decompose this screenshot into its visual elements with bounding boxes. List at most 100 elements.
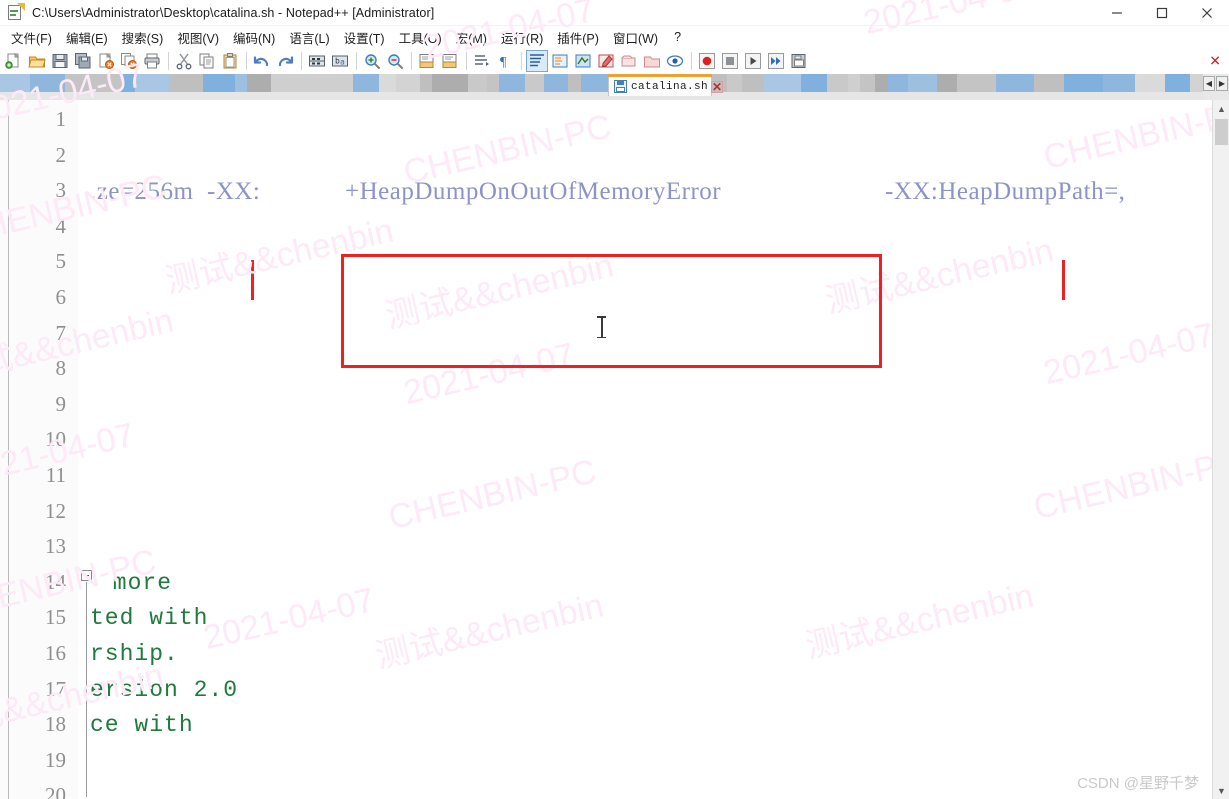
user-defined-language-icon[interactable] [572,50,594,72]
tab-scroll-left-button[interactable]: ◀ [1203,76,1215,91]
save-macro-icon[interactable] [788,50,810,72]
show-all-characters-icon[interactable] [549,50,571,72]
toolbar-separator [521,52,522,70]
playback-macro-icon[interactable] [742,50,764,72]
code-line[interactable]: +HeapDumpOnOutOfMemoryError [345,174,721,210]
menu-plugins[interactable]: 插件(P) [550,26,606,49]
open-file-icon[interactable] [26,50,48,72]
code-line[interactable]: more [98,566,172,602]
code-text-area[interactable]: .ze=256m -XX: +HeapDumpOnOutOfMemoryError… [90,100,1200,799]
redacted-tabs-mosaic [0,74,1203,92]
tab-label: catalina.sh [631,80,709,93]
title-bar: C:\Users\Administrator\Desktop\catalina.… [0,0,1229,26]
text-ibeam-cursor [596,315,607,339]
monitoring-icon[interactable] [664,50,686,72]
line-number: 3 [55,178,67,203]
zoom-in-icon[interactable] [361,50,383,72]
undo-icon[interactable] [251,50,273,72]
redo-icon[interactable] [274,50,296,72]
tool-bar: b a ¶ ✕ [0,48,1229,74]
scrollbar-thumb[interactable] [1215,119,1228,145]
menu-help[interactable]: ? [665,28,690,46]
tab-scroll-right-button[interactable]: ▶ [1216,76,1228,91]
copy-icon[interactable] [196,50,218,72]
line-number: 13 [45,534,66,559]
close-button[interactable] [1184,0,1229,26]
code-line[interactable]: -XX:HeapDumpPath=, [885,174,1125,210]
menu-search[interactable]: 搜索(S) [115,26,171,49]
zoom-out-icon[interactable] [384,50,406,72]
close-all-files-icon[interactable] [118,50,140,72]
toolbar-separator [356,52,357,70]
close-document-button[interactable]: ✕ [1209,53,1221,70]
find-icon[interactable] [306,50,328,72]
document-map-icon[interactable] [595,50,617,72]
line-number: 18 [45,712,66,737]
folder-as-workspace-icon[interactable] [641,50,663,72]
line-number: 5 [55,249,67,274]
replace-icon[interactable]: ba [329,50,351,72]
menu-tools[interactable]: 工具(O) [392,26,449,49]
line-number-gutter: 1 2 3 4 5 6 7 8 9 10 11 12 13 14 15 16 17 18 19 20 [0,100,78,799]
scroll-up-arrow-icon[interactable]: ▲ [1213,100,1229,117]
saved-document-icon [614,80,627,93]
editor-area[interactable]: 1 2 3 4 5 6 7 8 9 10 11 12 13 14 15 16 17 18 19 20 .ze=256m… [0,100,1229,799]
toolbar-separator [168,52,169,70]
minimize-button[interactable] [1094,0,1139,26]
line-number: 10 [45,427,66,452]
text-caret-right [1062,260,1065,300]
menu-language[interactable]: 语言(L) [282,26,336,49]
save-all-icon[interactable] [72,50,94,72]
maximize-button[interactable] [1139,0,1184,26]
code-line[interactable]: ted with [90,601,208,637]
csdn-watermark: CSDN @星野千梦 [1077,775,1199,792]
print-icon[interactable] [141,50,163,72]
code-line[interactable]: ce with [90,708,194,744]
line-number: 15 [45,605,66,630]
word-wrap-icon[interactable] [526,50,548,72]
code-line[interactable]: .ze=256m -XX: [90,174,260,210]
menu-edit[interactable]: 编辑(E) [59,26,115,49]
line-number: 16 [45,640,66,665]
menu-file[interactable]: 文件(F) [4,26,59,49]
save-icon[interactable] [49,50,71,72]
sync-vertical-scroll-icon[interactable] [416,50,438,72]
tab-close-icon[interactable]: ✕ [711,80,724,93]
menu-settings[interactable]: 设置(T) [337,26,392,49]
close-file-icon[interactable] [95,50,117,72]
start-recording-macro-icon[interactable] [696,50,718,72]
show-whitespace-icon[interactable] [471,50,493,72]
menu-run[interactable]: 运行(R) [494,26,550,49]
notepadpp-window: 2021-04-07 CHENBIN-PC 测试&&chenbin 2021-04-0… [0,0,1229,799]
sync-horizontal-scroll-icon[interactable] [439,50,461,72]
line-number: 20 [45,783,66,799]
stop-recording-macro-icon[interactable] [719,50,741,72]
show-indent-guide-icon[interactable]: ¶ [494,50,516,72]
run-macro-multiple-times-icon[interactable] [765,50,787,72]
menu-view[interactable]: 视图(V) [170,26,226,49]
line-number: 12 [45,498,66,523]
vertical-scrollbar[interactable]: ▲ ▼ [1212,100,1229,799]
code-line[interactable]: rship. [90,637,179,673]
tab-strip-base [0,92,1203,100]
cut-icon[interactable] [173,50,195,72]
fold-range-line [86,582,87,797]
svg-text:a: a [340,58,345,67]
line-number: 17 [45,676,66,701]
function-list-icon[interactable] [618,50,640,72]
svg-text:¶: ¶ [500,55,507,70]
menu-window[interactable]: 窗口(W) [606,26,665,49]
active-tab-indicator [608,74,712,77]
scroll-down-arrow-icon[interactable]: ▼ [1213,782,1229,799]
line-number: 9 [55,391,67,416]
new-file-icon[interactable] [3,50,25,72]
tab-catalina-sh[interactable]: catalina.sh ✕ [608,74,724,96]
paste-icon[interactable] [219,50,241,72]
line-number: 19 [45,747,66,772]
menu-macro[interactable]: 宏(M) [449,26,494,49]
window-title: C:\Users\Administrator\Desktop\catalina.… [32,5,435,20]
code-line[interactable]: ersion 2.0 [90,673,238,709]
menu-encoding[interactable]: 编码(N) [226,26,282,49]
line-number: 1 [55,107,67,131]
window-controls [1094,0,1229,26]
